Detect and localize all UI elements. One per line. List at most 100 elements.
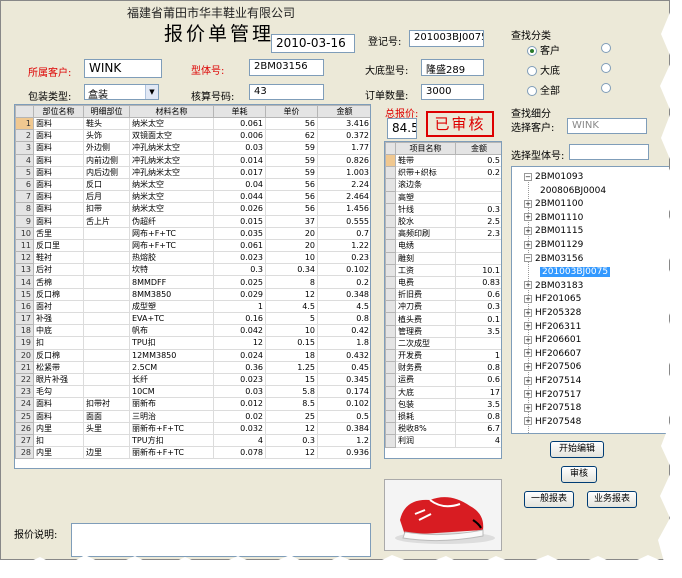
table-cell[interactable]: 18: [265, 348, 318, 362]
table-row[interactable]: 5 面料 内后边侧 冲孔纳米太空 0.017 59 1.003: [15, 165, 370, 179]
expand-icon[interactable]: +: [524, 335, 532, 344]
table-cell[interactable]: [83, 226, 130, 240]
table-cell[interactable]: 面衬: [33, 299, 84, 314]
table-cell[interactable]: 二次成型: [395, 336, 456, 351]
table-cell[interactable]: 56: [265, 202, 318, 216]
table-cell[interactable]: 舌棉: [33, 275, 84, 289]
table-cell[interactable]: 松紧带: [33, 360, 84, 374]
column-header[interactable]: 明细部位: [83, 105, 130, 118]
expand-icon[interactable]: +: [524, 308, 532, 317]
table-cell[interactable]: 5: [265, 311, 318, 326]
table-cell[interactable]: [455, 190, 501, 204]
table-row[interactable]: 27 扣 TPU方扣 4 0.3 1.2: [15, 433, 370, 448]
table-cell[interactable]: 0.1: [455, 312, 501, 326]
table-cell[interactable]: 面料: [33, 129, 84, 143]
table-cell[interactable]: 头饰: [83, 129, 130, 143]
table-cell[interactable]: 内前边侧: [83, 153, 130, 167]
tree-node[interactable]: + HF207548: [524, 416, 581, 429]
table-cell[interactable]: 0.025: [213, 275, 266, 289]
table-cell[interactable]: 2.24: [317, 177, 370, 192]
column-header[interactable]: 材料名称: [129, 105, 214, 118]
expand-icon[interactable]: +: [524, 417, 532, 426]
table-row[interactable]: 高频印刷 2.3: [385, 227, 501, 241]
table-cell[interactable]: 面料: [33, 153, 84, 167]
table-cell[interactable]: 开发费: [395, 348, 456, 363]
table-cell[interactable]: 0.34: [265, 263, 318, 277]
table-cell[interactable]: 面料: [33, 116, 84, 131]
table-cell[interactable]: 头里: [83, 421, 130, 435]
table-cell[interactable]: 高塑: [395, 190, 456, 204]
table-row[interactable]: 损耗 0.8: [385, 409, 501, 424]
table-cell[interactable]: 0.2: [455, 166, 501, 180]
date-field[interactable]: 2010-03-16: [271, 34, 355, 53]
customer-field[interactable]: WINK: [84, 59, 162, 78]
reg-field[interactable]: 201003BJ0075: [409, 30, 484, 47]
chevron-down-icon[interactable]: ▼: [145, 85, 158, 99]
table-cell[interactable]: 0.032: [213, 421, 266, 435]
size-field[interactable]: 43: [249, 84, 324, 100]
table-cell[interactable]: 0.83: [455, 275, 501, 290]
expand-icon[interactable]: +: [524, 390, 532, 399]
table-cell[interactable]: 0.384: [317, 421, 370, 435]
table-cell[interactable]: 丽新布+F+TC: [129, 446, 214, 460]
table-cell[interactable]: 眼片补强: [33, 372, 84, 387]
table-cell[interactable]: [83, 360, 130, 374]
table-cell[interactable]: 56: [265, 116, 318, 131]
table-cell[interactable]: 0.03: [213, 385, 266, 399]
table-cell[interactable]: 0.02: [213, 409, 266, 423]
table-row[interactable]: 18 中底 帆布 0.042 10 0.42: [15, 324, 370, 338]
table-row[interactable]: 3 面料 外边侧 冲孔纳米太空 0.03 59 1.77: [15, 141, 370, 155]
table-cell[interactable]: 12: [265, 421, 318, 435]
table-cell[interactable]: 反口里: [33, 238, 84, 253]
table-cell[interactable]: 10: [265, 324, 318, 338]
table-cell[interactable]: EVA+TC: [129, 311, 214, 326]
table-row[interactable]: 11 反口里 网布+F+TC 0.061 20 1.22: [15, 238, 370, 253]
table-cell[interactable]: 0.061: [213, 116, 266, 131]
expand-icon[interactable]: +: [524, 213, 532, 222]
table-row[interactable]: 高塑: [385, 190, 501, 204]
table-cell[interactable]: 0.432: [317, 348, 370, 362]
table-cell[interactable]: 长纤: [129, 372, 214, 387]
table-cell[interactable]: 鞋头: [83, 116, 130, 131]
table-cell[interactable]: 0.006: [213, 129, 266, 143]
table-cell[interactable]: 后月: [83, 190, 130, 204]
table-cell[interactable]: 1.456: [317, 202, 370, 216]
table-cell[interactable]: 2.5: [455, 214, 501, 229]
table-row[interactable]: 管理费 3.5: [385, 324, 501, 338]
table-cell[interactable]: 0.8: [455, 361, 501, 375]
table-cell[interactable]: 面料: [33, 177, 84, 192]
total-field[interactable]: 84.5: [387, 118, 417, 139]
table-cell[interactable]: 10CM: [129, 385, 214, 399]
table-cell[interactable]: 0.348: [317, 287, 370, 301]
expand-icon[interactable]: +: [524, 281, 532, 290]
table-cell[interactable]: 冲孔纳米太空: [129, 153, 214, 167]
table-cell[interactable]: 1.22: [317, 238, 370, 253]
table-cell[interactable]: 0.078: [213, 446, 266, 460]
table-row[interactable]: 工资 10.1: [385, 263, 501, 277]
general-report-button[interactable]: 一般报表: [524, 491, 574, 508]
table-cell[interactable]: 4.5: [317, 299, 370, 314]
table-cell[interactable]: 0.23: [317, 251, 370, 265]
table-cell[interactable]: 税收8%: [395, 422, 456, 436]
tree-node[interactable]: 201003BJ0075: [540, 266, 611, 279]
table-cell[interactable]: 成型塑: [129, 299, 214, 314]
table-cell[interactable]: 59: [265, 153, 318, 167]
table-row[interactable]: 23 毛勾 10CM 0.03 5.8 0.174: [15, 385, 370, 399]
table-cell[interactable]: 12: [265, 446, 318, 460]
expand-icon[interactable]: +: [524, 294, 532, 303]
table-row[interactable]: 财务费 0.8: [385, 361, 501, 375]
business-report-button[interactable]: 业务报表: [587, 491, 637, 508]
table-cell[interactable]: 3.5: [455, 324, 501, 338]
table-row[interactable]: 12 鞋衬 热熔胶 0.023 10 0.23: [15, 251, 370, 265]
table-cell[interactable]: 15: [265, 372, 318, 387]
table-cell[interactable]: 1.8: [317, 336, 370, 350]
table-cell[interactable]: 8.5: [265, 397, 318, 411]
expand-icon[interactable]: +: [524, 226, 532, 235]
select-model-field[interactable]: [569, 144, 649, 160]
table-cell[interactable]: 管理费: [395, 324, 456, 338]
table-cell[interactable]: 面料: [33, 214, 84, 228]
table-cell[interactable]: 12: [265, 287, 318, 301]
model-tree[interactable]: −2BM01093 200806BJ0004 +2BM01100 +2BM01110 +…: [511, 166, 669, 434]
fee-table[interactable]: 项目名称 金额 鞋带 0.5 织带+织标 0.2 滚边条 高塑 针线 0.3 胶水 2.5 高频印刷 2…: [384, 141, 502, 459]
table-cell[interactable]: 2.5CM: [129, 360, 214, 374]
